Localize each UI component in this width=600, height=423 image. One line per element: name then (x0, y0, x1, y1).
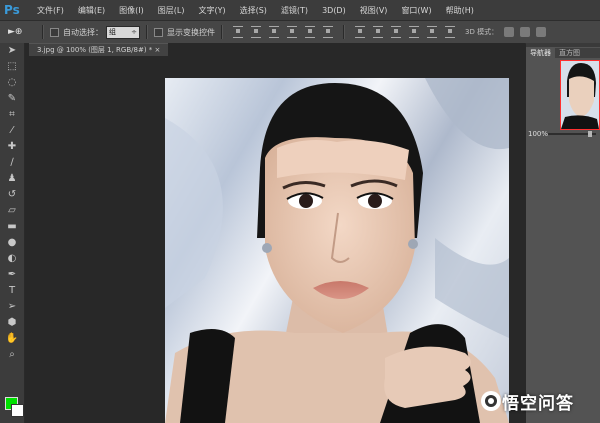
distribute-right-icon[interactable] (445, 26, 455, 38)
menu-window[interactable]: 窗口(W) (394, 5, 438, 16)
document-title: 3.jpg @ 100% (图层 1, RGB/8#) * (37, 46, 153, 54)
brush-tool-icon[interactable]: ∕ (0, 155, 24, 171)
zoom-slider[interactable] (548, 131, 596, 137)
panel-tabs: 导航器 直方图 (526, 48, 600, 58)
pen-tool-icon[interactable]: ✒ (0, 267, 24, 283)
move-tool-preset-icon[interactable]: ►⊕ (8, 24, 36, 40)
tab-histogram[interactable]: 直方图 (555, 48, 584, 58)
wukong-logo-icon (481, 391, 501, 411)
distribute-top-icon[interactable] (355, 26, 365, 38)
menu-select[interactable]: 选择(S) (233, 5, 274, 16)
hand-tool-icon[interactable]: ✋ (0, 331, 24, 347)
thumbnail-illustration (561, 61, 599, 129)
lasso-tool-icon[interactable]: ◌ (0, 75, 24, 91)
menu-3d[interactable]: 3D(D) (315, 6, 353, 15)
eraser-tool-icon[interactable]: ▱ (0, 203, 24, 219)
menu-bar: Ps 文件(F) 编辑(E) 图像(I) 图层(L) 文字(Y) 选择(S) 滤… (0, 0, 600, 20)
panel-header (526, 43, 600, 47)
zoom-slider-handle[interactable] (588, 131, 592, 137)
crop-tool-icon[interactable]: ⌗ (0, 107, 24, 123)
auto-select-label: 自动选择： (63, 27, 103, 37)
3d-pan-icon[interactable] (536, 27, 547, 37)
menu-filter[interactable]: 滤镜(T) (274, 5, 315, 16)
zoom-level[interactable]: 100% (528, 130, 548, 138)
divider (343, 25, 345, 39)
show-transform-checkbox[interactable] (154, 27, 163, 37)
align-center-icon[interactable] (305, 26, 315, 38)
close-tab-icon[interactable]: × (155, 46, 161, 54)
align-top-icon[interactable] (233, 26, 243, 38)
zoom-row: 100% (528, 129, 600, 139)
document-area: 3.jpg @ 100% (图层 1, RGB/8#) * × (25, 43, 525, 423)
portrait-illustration (165, 78, 509, 423)
distribute-bottom-icon[interactable] (391, 26, 401, 38)
menu-image[interactable]: 图像(I) (112, 5, 151, 16)
tools-panel: ➤ ⬚ ◌ ✎ ⌗ ⁄ ✚ ∕ ♟ ↺ ▱ ▬ ● ◐ ✒ T ➢ ⬢ ✋ ⌕ (0, 43, 25, 423)
align-bottom-icon[interactable] (269, 26, 279, 38)
type-tool-icon[interactable]: T (0, 283, 24, 299)
align-left-icon[interactable] (287, 26, 297, 38)
zoom-tool-icon[interactable]: ⌕ (0, 347, 24, 363)
photoshop-logo: Ps (4, 3, 20, 17)
3d-roll-icon[interactable] (520, 27, 531, 37)
canvas-image[interactable] (165, 78, 509, 423)
menu-edit[interactable]: 编辑(E) (71, 5, 112, 16)
divider (221, 25, 223, 39)
history-brush-tool-icon[interactable]: ↺ (0, 187, 24, 203)
menu-file[interactable]: 文件(F) (30, 5, 71, 16)
clone-stamp-tool-icon[interactable]: ♟ (0, 171, 24, 187)
watermark: 悟空问答 (480, 387, 595, 415)
auto-select-dropdown[interactable]: 组 (106, 25, 140, 39)
shape-tool-icon[interactable]: ⬢ (0, 315, 24, 331)
menu-layer[interactable]: 图层(L) (151, 5, 192, 16)
3d-mode-label: 3D 模式： (465, 28, 499, 36)
navigator-thumbnail[interactable] (560, 60, 600, 130)
align-right-icon[interactable] (323, 26, 333, 38)
distribute-center-icon[interactable] (427, 26, 437, 38)
document-tab[interactable]: 3.jpg @ 100% (图层 1, RGB/8#) * × (29, 43, 169, 56)
eyedropper-tool-icon[interactable]: ⁄ (0, 123, 24, 139)
background-color-swatch[interactable] (11, 404, 24, 417)
move-tool-icon[interactable]: ➤ (0, 43, 24, 59)
menu-view[interactable]: 视图(V) (353, 5, 395, 16)
navigator-panel: 导航器 直方图 100% (526, 43, 600, 423)
dodge-tool-icon[interactable]: ◐ (0, 251, 24, 267)
align-middle-icon[interactable] (251, 26, 261, 38)
healing-brush-tool-icon[interactable]: ✚ (0, 139, 24, 155)
options-bar: ►⊕ 自动选择： 组 显示变换控件 3D 模式： (0, 20, 600, 44)
gradient-tool-icon[interactable]: ▬ (0, 219, 24, 235)
divider (42, 25, 44, 39)
distribute-left-icon[interactable] (409, 26, 419, 38)
marquee-tool-icon[interactable]: ⬚ (0, 59, 24, 75)
divider (146, 25, 148, 39)
auto-select-checkbox[interactable] (50, 27, 59, 37)
path-selection-tool-icon[interactable]: ➢ (0, 299, 24, 315)
distribute-middle-icon[interactable] (373, 26, 383, 38)
3d-rotate-icon[interactable] (504, 27, 515, 37)
quick-select-tool-icon[interactable]: ✎ (0, 91, 24, 107)
show-transform-label: 显示变换控件 (167, 27, 215, 37)
blur-tool-icon[interactable]: ● (0, 235, 24, 251)
menu-type[interactable]: 文字(Y) (191, 5, 232, 16)
menu-help[interactable]: 帮助(H) (439, 5, 481, 16)
tab-navigator[interactable]: 导航器 (526, 48, 555, 58)
watermark-text: 悟空问答 (502, 393, 574, 414)
